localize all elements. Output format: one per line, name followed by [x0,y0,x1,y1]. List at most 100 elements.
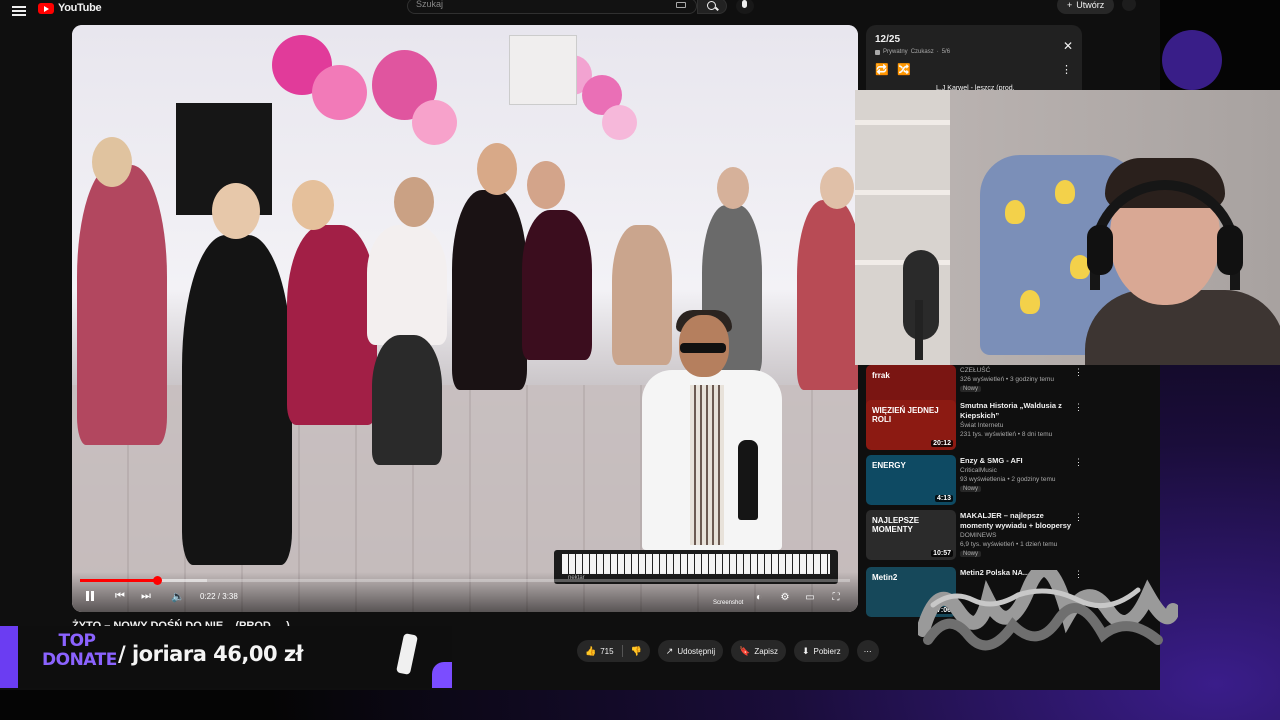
dancer [367,225,447,345]
dancer-head [527,161,565,209]
dancer-head [92,137,132,187]
donation-corner [432,662,452,688]
dislike-icon[interactable]: 👎 [631,646,642,657]
balloon [412,100,457,145]
pikachu-print [1005,200,1025,224]
dancer [522,210,592,360]
lock-icon [875,49,880,55]
dancer-head [477,143,517,195]
search-box[interactable]: Szukaj [407,0,697,14]
progress-bar[interactable] [80,576,850,585]
playlist-position: 12/25 [875,34,901,45]
theater-icon[interactable]: ▭ [803,590,817,604]
fullscreen-icon[interactable]: ⛶ [829,590,843,604]
balloon [602,105,637,140]
bookmark-icon: 🔖 [739,645,751,656]
dancer [452,190,527,390]
recommendation-item[interactable]: WIĘZIEŃ JEDNEJ ROLI 20:12 Smutna Historia … [866,400,1106,450]
pikachu-print [1055,180,1075,204]
kebab-menu-icon[interactable]: ⋮ [1074,512,1083,523]
settings-icon[interactable]: ⚙ [778,590,792,604]
volume-icon[interactable]: 🔈 [170,588,186,604]
next-icon[interactable]: ⏭ [138,588,154,604]
screenshot-label[interactable]: Screenshot [713,600,743,606]
loop-icon[interactable]: 🔁 [875,63,889,76]
like-dislike-button[interactable]: 👍 715 👎 [577,640,650,662]
dancer [77,165,167,445]
mic-stand [915,300,923,360]
search-input[interactable]: Szukaj [416,0,443,9]
video-thumbnail[interactable]: WIĘZIEŃ JEDNEJ ROLI 20:12 [866,400,956,450]
playlist-visibility: Prywatny [883,49,908,55]
download-button[interactable]: ⬇ Pobierz [793,640,849,662]
create-label: Utwórz [1076,0,1105,10]
recommendation-title[interactable]: MAKALJER – najlepsze momenty wywiadu + b… [960,511,1072,531]
channel-name[interactable]: CZEŁUŚĆ [960,367,990,374]
video-actions: 👍 715 👎 ↗ Udostępnij 🔖 Zapisz ⬇ Pobierz … [577,640,879,662]
thumbnail-text: NAJLEPSZE MOMENTY [872,516,920,534]
playlist-meta: Prywatny Czukasz · 5/6 [875,49,950,55]
donation-title-line2: DONATE [42,650,117,670]
recommendation-title[interactable]: Enzy & SMG - AFI [960,456,1072,466]
balloon [312,65,367,120]
frame-accent-right [1162,30,1222,90]
progress-played [80,579,157,582]
share-button[interactable]: ↗ Udostępnij [657,640,724,662]
avatar[interactable] [1122,0,1136,11]
dancer [372,335,442,465]
video-stats: 326 wyświetleń • 3 godziny temu [960,376,1055,383]
video-thumbnail[interactable]: NAJLEPSZE MOMENTY 10:57 [866,510,956,560]
divider [621,645,623,657]
donation-text: / joriara 46,00 zł [118,642,303,666]
kebab-menu-icon[interactable]: ⋮ [1074,457,1083,468]
create-button[interactable]: + Utwórz [1057,0,1115,14]
shelf-board [855,190,950,195]
like-icon[interactable]: 👍 [585,646,596,657]
playlist-owner[interactable]: Czukasz [911,49,934,55]
thumbnail-text: frrak [872,371,890,380]
channel-name[interactable]: CriticalMusic [960,467,997,474]
logo-text: YouTube [58,2,102,14]
save-button[interactable]: 🔖 Zapisz [731,640,786,662]
separator-dot: · [936,49,939,55]
webcam-overlay [855,90,1280,365]
video-player[interactable]: nektar ⏮ ⏭ 🔈 0:22 / 3:38 Screenshot ◐ ⚙ … [72,25,858,612]
youtube-logo[interactable]: YouTube [38,2,102,14]
channel-name[interactable]: Świat Internetu [960,422,1003,429]
headphone-cup [1217,225,1243,275]
kebab-menu-icon[interactable]: ⋮ [1061,63,1072,76]
bottle [738,440,758,520]
autoplay-icon[interactable]: ◐ [752,590,766,604]
voice-search-icon[interactable] [736,0,754,14]
share-label: Udostępnij [677,646,716,656]
progress-knob[interactable] [153,576,162,585]
new-badge: Nowy [960,486,982,492]
save-label: Zapisz [754,646,778,656]
recommendation-item[interactable]: ENERGY 4:13 Enzy & SMG - AFI CriticalMusic 9… [866,455,1106,505]
recommendation-title[interactable]: Smutna Historia „Waldusia z Kiepskich” [960,401,1072,421]
kebab-menu-icon[interactable]: ⋮ [1074,367,1083,378]
like-count: 715 [600,646,614,656]
video-duration: 4:13 [934,495,953,502]
menu-icon[interactable] [12,6,26,16]
recommendation-item[interactable]: NAJLEPSZE MOMENTY 10:57 MAKALJER – najleps… [866,510,1106,560]
graffiti-sticker [918,570,1178,651]
sunglasses [680,343,726,353]
search-button[interactable] [697,0,727,14]
keyboard-icon[interactable] [676,2,686,8]
download-label: Pobierz [813,646,841,656]
dancer [182,235,292,565]
shuffle-icon[interactable]: 🔀 [897,63,911,76]
channel-name[interactable]: DOMINEWS [960,532,996,539]
video-stats: 6,9 tys. wyświetleń • 1 dzień temu [960,541,1058,548]
more-actions-icon[interactable]: ⋯ [856,640,879,662]
pause-icon[interactable] [82,588,98,604]
previous-icon[interactable]: ⏮ [112,588,128,604]
dancer [797,200,858,390]
thumbnail-text: ENERGY [872,461,906,470]
singer-shirt [690,385,724,545]
close-icon[interactable]: ✕ [1063,39,1073,53]
dancer-head [212,183,260,239]
kebab-menu-icon[interactable]: ⋮ [1074,402,1083,413]
video-thumbnail[interactable]: ENERGY 4:13 [866,455,956,505]
